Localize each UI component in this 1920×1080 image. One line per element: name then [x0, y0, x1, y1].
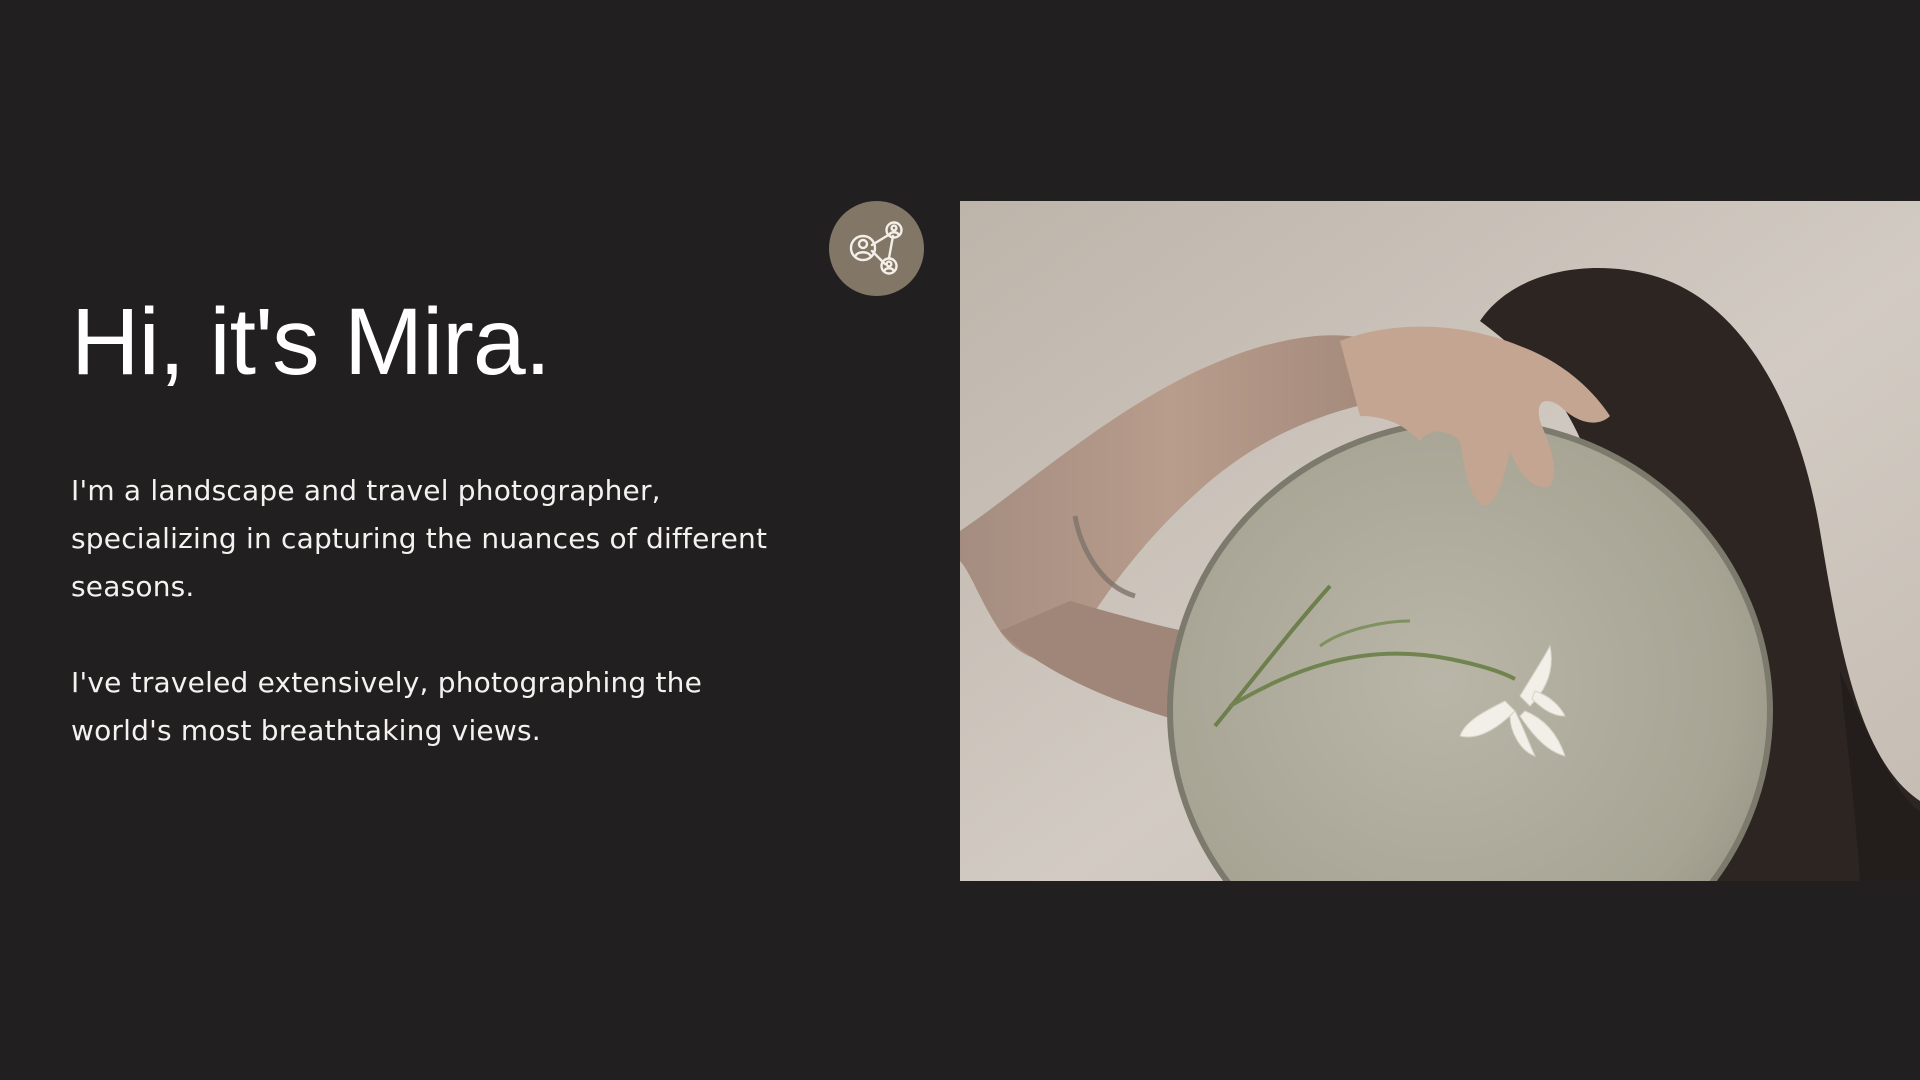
- hero-headline: Hi, it's Mira.: [71, 289, 551, 395]
- network-people-icon: [842, 214, 912, 284]
- hero-intro: Hi, it's Mira. I'm a landscape and trave…: [71, 290, 791, 755]
- portrait-photo: [960, 201, 1920, 881]
- bio-paragraph-2: I've traveled extensively, photographing…: [71, 665, 703, 747]
- network-badge-button[interactable]: [829, 201, 924, 296]
- bio-paragraph-1: I'm a landscape and travel photographer,…: [71, 473, 768, 603]
- page: Hi, it's Mira. I'm a landscape and trave…: [0, 0, 1920, 1080]
